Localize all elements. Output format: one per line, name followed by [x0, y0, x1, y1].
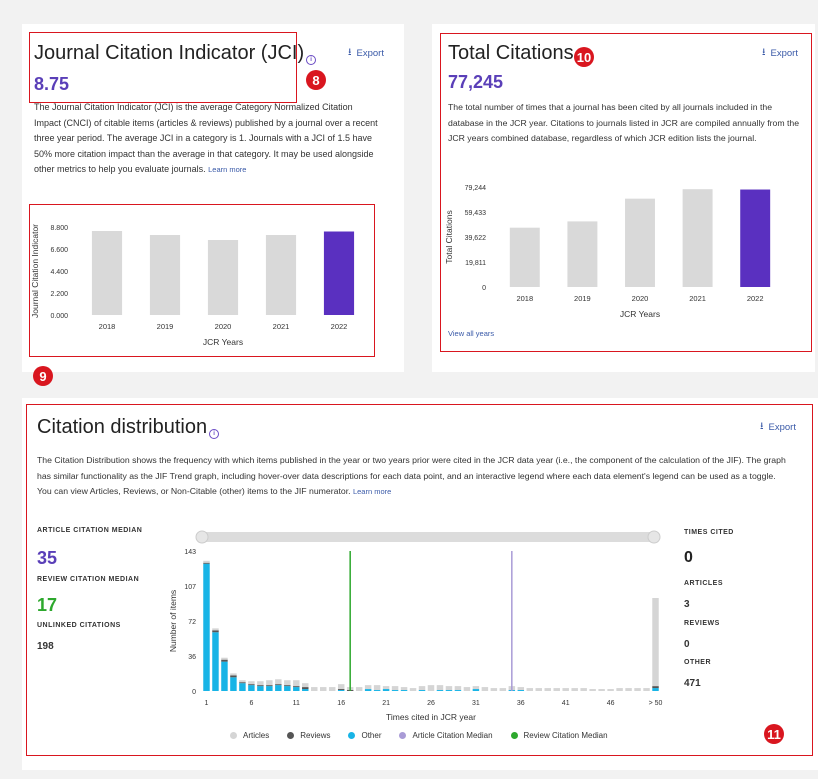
info-icon[interactable]: i — [306, 55, 317, 65]
jci-export-button[interactable]: ⭳ Export — [348, 45, 384, 62]
marker-8: 8 — [306, 70, 326, 90]
download-icon: ⭳ — [348, 47, 352, 58]
export-label: Export — [356, 48, 384, 59]
jci-description: The Journal Citation Indicator (JCI) is … — [34, 100, 379, 178]
marker-10: 10 — [574, 47, 594, 67]
highlight-box-jci-chart — [29, 204, 375, 357]
highlight-box-citation-distribution — [26, 404, 813, 756]
jci-learn-more-link[interactable]: Learn more — [208, 165, 246, 174]
marker-11: 11 — [764, 724, 784, 744]
jci-description-text: The Journal Citation Indicator (JCI) is … — [34, 102, 378, 174]
marker-9: 9 — [33, 366, 53, 386]
highlight-box-jci-header — [29, 32, 297, 103]
highlight-box-total-citations — [440, 33, 812, 352]
